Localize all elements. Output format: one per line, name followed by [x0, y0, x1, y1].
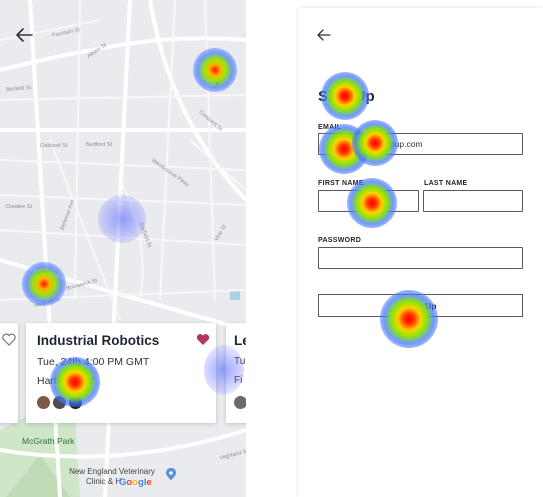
- map-screen: Fountain St Albion St Beckett St Oakland…: [0, 0, 246, 497]
- back-arrow-icon[interactable]: [316, 28, 332, 42]
- password-label: PASSWORD: [318, 237, 362, 244]
- event-location: Hartford, CT: [37, 375, 95, 387]
- heart-icon[interactable]: [2, 333, 16, 346]
- park-label: McGrath Park: [22, 436, 75, 446]
- event-date-partial: Tu: [234, 356, 246, 367]
- signup-screen: Sign Up EMAIL FIRST NAME LAST NAME PASSW…: [298, 8, 543, 497]
- avatar: [234, 396, 246, 409]
- last-name-label: LAST NAME: [424, 180, 468, 187]
- event-location-partial: Fi: [234, 375, 243, 386]
- road-label: Oakland St: [40, 143, 68, 149]
- last-name-input[interactable]: [430, 195, 520, 207]
- email-input[interactable]: [325, 138, 520, 150]
- event-title-partial: Le: [234, 333, 246, 348]
- google-logo: Google: [119, 477, 152, 488]
- avatar: [69, 396, 82, 409]
- map-pin-icon[interactable]: [34, 270, 52, 296]
- attendee-avatars: [37, 396, 82, 409]
- first-name-input[interactable]: [325, 195, 416, 207]
- password-field[interactable]: [318, 247, 523, 269]
- first-name-label: FIRST NAME: [318, 180, 364, 187]
- map-pin-icon[interactable]: [208, 60, 226, 86]
- avatar: [37, 396, 50, 409]
- location-pin-icon[interactable]: [166, 468, 176, 480]
- email-field[interactable]: [318, 133, 523, 155]
- heart-icon[interactable]: [196, 333, 210, 346]
- road-label: Bedford St: [86, 142, 112, 148]
- avatar: [53, 396, 66, 409]
- poi-label-line1: New England Veterinary: [69, 467, 155, 476]
- sign-up-button[interactable]: Sign Up: [318, 294, 523, 317]
- email-label: EMAIL: [318, 124, 342, 131]
- event-card-strip: Industrial Robotics Tue, 24th 4:00 PM GM…: [0, 323, 246, 423]
- road-label: Dundee St: [6, 204, 32, 210]
- event-card-next[interactable]: Le Tu Fi: [226, 323, 246, 423]
- event-card-previous[interactable]: [0, 323, 18, 423]
- event-title: Industrial Robotics: [37, 333, 160, 348]
- password-input[interactable]: [325, 252, 520, 264]
- back-arrow-icon[interactable]: [12, 22, 38, 48]
- event-date: Tue, 24th 4:00 PM GMT: [37, 356, 150, 368]
- first-name-field[interactable]: [318, 190, 419, 212]
- page-title: Sign Up: [318, 88, 375, 105]
- event-card-industrial-robotics[interactable]: Industrial Robotics Tue, 24th 4:00 PM GM…: [26, 323, 216, 423]
- last-name-field[interactable]: [423, 190, 523, 212]
